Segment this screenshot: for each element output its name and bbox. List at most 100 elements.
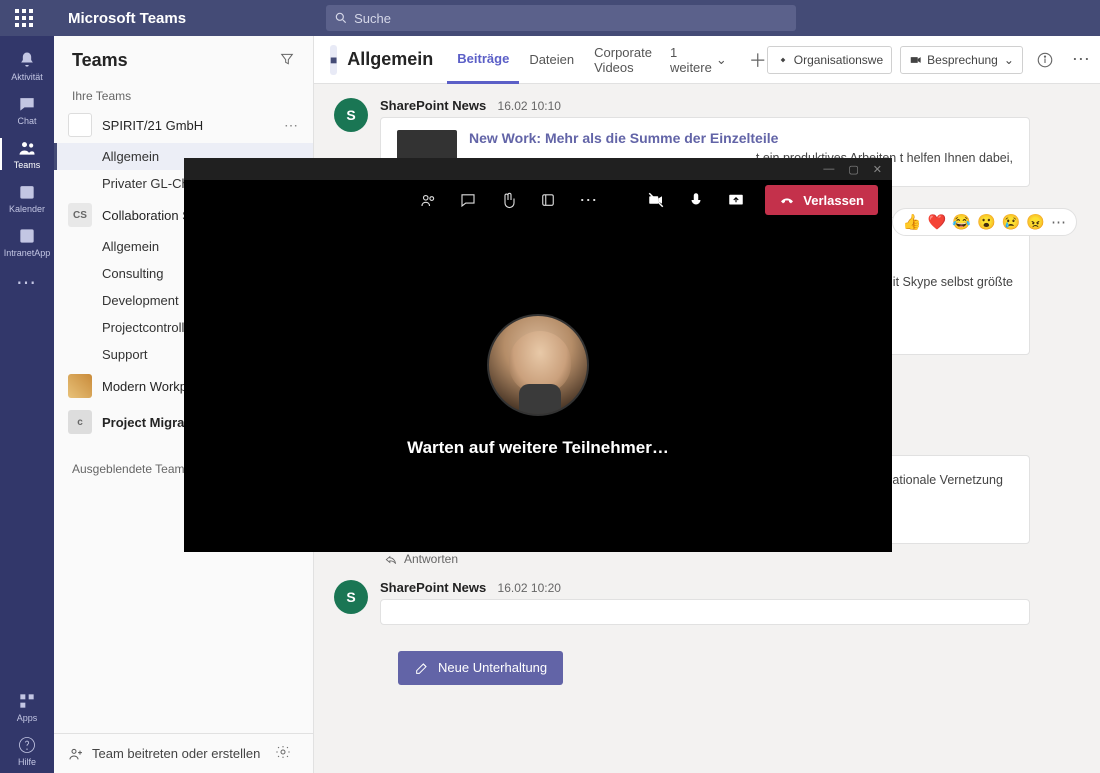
reaction-heart[interactable]: ❤️ [928, 213, 947, 231]
rail-more-icon[interactable]: ⋯ [16, 270, 38, 295]
chat-icon[interactable] [457, 189, 479, 211]
chat-icon [17, 94, 37, 114]
team-row[interactable]: SPIRIT/21 GmbH ⋯ [54, 107, 313, 143]
your-teams-label: Ihre Teams [54, 81, 313, 107]
rail-teams[interactable]: Teams [0, 132, 54, 176]
reaction-laugh[interactable]: 😂 [952, 213, 971, 231]
meeting-titlebar: — ▢ ✕ [184, 158, 892, 180]
app-icon [17, 226, 37, 246]
rail-chat-label: Chat [17, 116, 36, 126]
app-title: Microsoft Teams [68, 10, 186, 27]
post-title[interactable]: New Work: Mehr als die Summe der Einzelt… [469, 130, 1013, 146]
help-icon [17, 735, 37, 755]
reply-label: Antworten [404, 552, 458, 566]
titlebar: Microsoft Teams Suche [0, 0, 1100, 36]
post-author: SharePoint News [380, 580, 486, 595]
reaction-more-icon[interactable]: ⋯ [1051, 213, 1066, 231]
more-icon[interactable]: ⋯ [1067, 46, 1095, 74]
meeting-stage: Warten auf weitere Teilnehmer… [184, 220, 892, 552]
team-avatar [68, 374, 92, 398]
calendar-icon [17, 182, 37, 202]
app-launcher-icon[interactable] [10, 4, 38, 32]
post-card[interactable] [380, 599, 1030, 625]
bell-icon [17, 50, 37, 70]
maximize-icon[interactable]: ▢ [848, 163, 858, 176]
meeting-toolbar: ⋯ Verlassen [184, 180, 892, 220]
meet-label: Besprechung [927, 53, 998, 67]
compose-icon [414, 660, 430, 676]
reaction-sad[interactable]: 😢 [1002, 213, 1021, 231]
meet-button[interactable]: Besprechung ⌄ [900, 46, 1023, 74]
post-time: 16.02 10:20 [498, 581, 561, 595]
reactions-bar: 👍 ❤️ 😂 😮 😢 😠 ⋯ [892, 208, 1077, 236]
rail-activity[interactable]: Aktivität [0, 44, 54, 88]
waiting-label: Warten auf weitere Teilnehmer… [407, 438, 669, 458]
microphone-icon[interactable] [685, 189, 707, 211]
rail-help[interactable]: Hilfe [0, 729, 54, 773]
chevron-down-icon: ⌄ [1004, 53, 1014, 67]
close-icon[interactable]: ✕ [873, 163, 882, 176]
rail-teams-label: Teams [14, 160, 41, 170]
rail-apps-label: Apps [17, 713, 38, 723]
rail-chat[interactable]: Chat [0, 88, 54, 132]
leave-label: Verlassen [803, 193, 864, 208]
raise-hand-icon[interactable] [497, 189, 519, 211]
video-icon [909, 53, 923, 67]
post-author: SharePoint News [380, 98, 486, 113]
org-icon [776, 53, 790, 67]
hangup-icon [779, 192, 795, 208]
more-icon[interactable]: ⋯ [577, 189, 599, 211]
rail-activity-label: Aktivität [11, 72, 43, 82]
join-create-label[interactable]: Team beitreten oder erstellen [92, 746, 260, 761]
teams-panel-title: Teams [72, 50, 128, 71]
participants-icon[interactable] [417, 189, 439, 211]
tab-files[interactable]: Dateien [519, 36, 584, 84]
post-avatar: S [334, 98, 368, 132]
channel-title: Allgemein [347, 49, 433, 70]
search-placeholder: Suche [354, 11, 391, 26]
team-name: SPIRIT/21 GmbH [102, 118, 203, 133]
team-avatar: CS [68, 203, 92, 227]
rail-apps[interactable]: Apps [0, 685, 54, 729]
team-avatar [68, 113, 92, 137]
meeting-window: — ▢ ✕ ⋯ Verlassen Warten auf weitere Tei… [184, 158, 892, 552]
share-screen-icon[interactable] [725, 189, 747, 211]
tab-posts[interactable]: Beiträge [447, 36, 519, 84]
apps-icon [17, 691, 37, 711]
tabs-more-label: 1 weitere [670, 45, 712, 75]
reaction-angry[interactable]: 😠 [1026, 213, 1045, 231]
rail-intranet-label: IntranetApp [4, 248, 51, 258]
filter-icon[interactable] [279, 51, 295, 70]
channel-avatar: ■ [330, 45, 337, 75]
reply-icon [384, 552, 398, 566]
join-create-icon [68, 746, 84, 762]
reaction-like[interactable]: 👍 [903, 213, 922, 231]
team-name: Project Migrati [102, 415, 192, 430]
team-name: Modern Workpla [102, 379, 197, 394]
channel-header: ■ Allgemein Beiträge Dateien Corporate V… [314, 36, 1100, 84]
info-icon[interactable] [1031, 46, 1059, 74]
rooms-icon[interactable] [537, 189, 559, 211]
rail-calendar[interactable]: Kalender [0, 176, 54, 220]
settings-icon[interactable] [275, 744, 299, 763]
search-box[interactable]: Suche [326, 5, 796, 31]
org-pill[interactable]: Organisationswe [767, 46, 892, 74]
tabs-more[interactable]: 1 weitere ⌄ [662, 45, 735, 75]
teams-icon [17, 138, 37, 158]
camera-off-icon[interactable] [645, 189, 667, 211]
reaction-surprised[interactable]: 😮 [977, 213, 996, 231]
post-avatar: S [334, 580, 368, 614]
tab-corporate-videos[interactable]: Corporate Videos [584, 36, 662, 84]
leave-button[interactable]: Verlassen [765, 185, 878, 215]
team-avatar: c [68, 410, 92, 434]
team-more-icon[interactable]: ⋯ [284, 117, 299, 134]
rail-help-label: Hilfe [18, 757, 36, 767]
rail-intranet[interactable]: IntranetApp [0, 220, 54, 264]
org-label: Organisationswe [794, 53, 883, 67]
search-icon [334, 11, 348, 25]
minimize-icon[interactable]: — [823, 163, 834, 175]
add-tab-icon[interactable]: ＋ [749, 47, 767, 73]
post-time: 16.02 10:10 [498, 99, 561, 113]
new-conversation-button[interactable]: Neue Unterhaltung [398, 651, 563, 685]
compose-label: Neue Unterhaltung [438, 660, 547, 675]
